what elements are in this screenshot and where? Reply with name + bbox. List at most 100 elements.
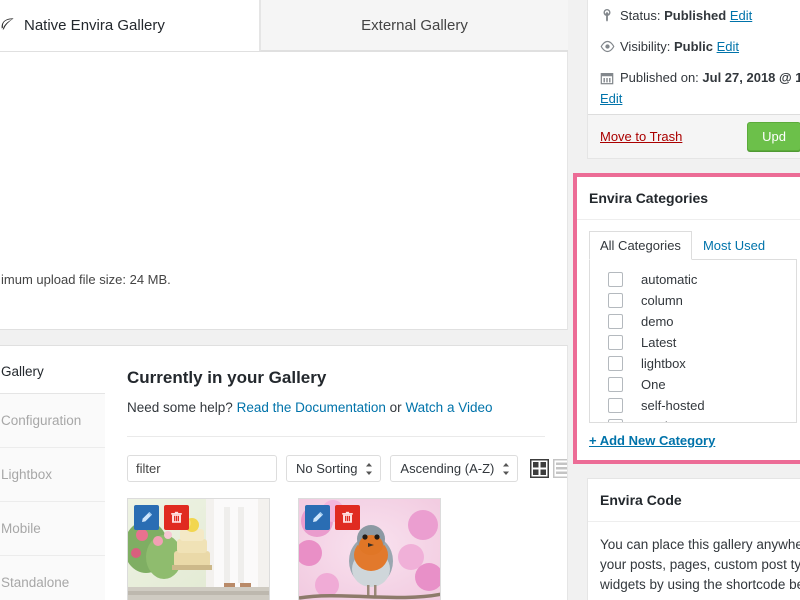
- list-view-icon[interactable]: [552, 458, 567, 479]
- published-on-edit-link[interactable]: Edit: [600, 91, 622, 106]
- published-on-row: Published on: Jul 27, 2018 @ 15: [600, 62, 800, 93]
- category-item[interactable]: automatic: [590, 269, 796, 290]
- gallery-type-tabs: Native Envira Gallery External Gallery: [0, 0, 568, 52]
- category-item[interactable]: demo: [590, 311, 796, 332]
- category-item[interactable]: Latest: [590, 332, 796, 353]
- gallery-thumbnail-list: [127, 498, 545, 600]
- gallery-thumbnail-item[interactable]: [127, 498, 270, 600]
- tab-all-categories[interactable]: All Categories: [589, 231, 692, 260]
- read-documentation-link[interactable]: Read the Documentation: [237, 400, 386, 415]
- help-prefix: Need some help?: [127, 400, 237, 415]
- gallery-settings-panel: Gallery Configuration Lightbox Mobile St…: [0, 345, 568, 600]
- sidebar-item-lightbox[interactable]: Lightbox: [0, 447, 105, 501]
- main-column: Native Envira Gallery External Gallery i…: [0, 0, 568, 600]
- category-label: self-hosted: [641, 398, 705, 413]
- code-desc-line-1: You can place this gallery anywhere: [600, 537, 800, 552]
- trash-icon[interactable]: [164, 505, 189, 530]
- category-label: column: [641, 293, 683, 308]
- chevron-updown-icon: [365, 462, 373, 475]
- category-label: One: [641, 377, 666, 392]
- envira-code-title: Envira Code: [588, 479, 800, 522]
- envira-categories-body: All Categories Most Used automatic colum…: [577, 220, 800, 460]
- checkbox-icon[interactable]: [608, 398, 623, 413]
- code-desc-line-2: your posts, pages, custom post type: [600, 557, 800, 572]
- gallery-thumbnail-item[interactable]: [298, 498, 441, 600]
- tab-native-envira-gallery[interactable]: Native Envira Gallery: [0, 0, 260, 51]
- visibility-eye-icon: [600, 37, 620, 56]
- upload-dropzone-panel[interactable]: imum upload file size: 24 MB.: [0, 52, 568, 330]
- status-row: Status: Published Edit: [600, 0, 800, 31]
- gallery-content-area: Currently in your Gallery Need some help…: [105, 346, 567, 600]
- status-edit-link[interactable]: Edit: [730, 6, 752, 25]
- thumbnail-actions: [134, 505, 189, 530]
- tab-native-label: Native Envira Gallery: [24, 17, 165, 34]
- envira-leaf-icon: [0, 17, 15, 32]
- grid-view-icon[interactable]: [529, 458, 550, 479]
- checkbox-icon[interactable]: [608, 293, 623, 308]
- sort-select-value: No Sorting: [296, 461, 358, 476]
- status-value: Published: [664, 8, 727, 23]
- category-checklist[interactable]: automatic column demo Latest lightbox On…: [589, 260, 797, 423]
- pencil-icon[interactable]: [305, 505, 330, 530]
- right-sidebar: Status: Published Edit Visibility: Publi…: [573, 0, 800, 600]
- trash-icon[interactable]: [335, 505, 360, 530]
- calendar-icon: [600, 68, 620, 87]
- toolbar-divider: [127, 436, 545, 437]
- gallery-heading: Currently in your Gallery: [127, 368, 327, 387]
- order-select[interactable]: Ascending (A-Z): [390, 455, 519, 482]
- gallery-help-text: Need some help? Read the Documentation o…: [127, 400, 545, 415]
- published-on-label: Published on:: [620, 70, 699, 85]
- category-item[interactable]: self-hosted: [590, 395, 796, 416]
- max-upload-size-note: imum upload file size: 24 MB.: [1, 272, 171, 287]
- category-label: Testing: [641, 419, 682, 422]
- checkbox-icon[interactable]: [608, 314, 623, 329]
- envira-categories-title: Envira Categories: [577, 177, 800, 220]
- category-item[interactable]: One: [590, 374, 796, 395]
- pencil-icon[interactable]: [134, 505, 159, 530]
- checkbox-icon[interactable]: [608, 272, 623, 287]
- sidebar-item-standalone[interactable]: Standalone: [0, 555, 105, 600]
- sidebar-item-mobile-label: Mobile: [1, 521, 41, 536]
- category-label: automatic: [641, 272, 698, 287]
- checkbox-icon[interactable]: [608, 335, 623, 350]
- tab-most-used[interactable]: Most Used: [692, 231, 776, 260]
- order-select-value: Ascending (A-Z): [400, 461, 495, 476]
- update-button[interactable]: Upd: [747, 122, 800, 151]
- tab-most-used-label: Most Used: [702, 238, 766, 253]
- tab-external-gallery[interactable]: External Gallery: [260, 0, 568, 51]
- publish-footer: Move to Trash Upd: [588, 114, 800, 158]
- gallery-toolbar: No Sorting Ascending (A-Z): [127, 455, 567, 482]
- sort-select[interactable]: No Sorting: [286, 455, 382, 482]
- envira-gallery-admin-screen: Native Envira Gallery External Gallery i…: [0, 0, 800, 600]
- category-item[interactable]: lightbox: [590, 353, 796, 374]
- checkbox-icon[interactable]: [608, 377, 623, 392]
- chevron-updown-icon: [502, 462, 510, 475]
- move-to-trash-link[interactable]: Move to Trash: [600, 129, 682, 144]
- visibility-row: Visibility: Public Edit: [600, 31, 800, 62]
- sidebar-item-standalone-label: Standalone: [1, 575, 70, 590]
- status-label: Status:: [620, 8, 661, 23]
- envira-code-description: You can place this gallery anywhere your…: [588, 522, 800, 600]
- post-status-pin-icon: [600, 6, 620, 25]
- checkbox-icon[interactable]: [608, 419, 623, 422]
- published-on-value: Jul 27, 2018 @ 15: [702, 70, 800, 85]
- category-label: lightbox: [641, 356, 686, 371]
- visibility-value: Public: [673, 39, 713, 54]
- sidebar-item-mobile[interactable]: Mobile: [0, 501, 105, 555]
- filter-input[interactable]: [127, 455, 277, 482]
- tab-all-categories-label: All Categories: [600, 238, 681, 253]
- tab-external-label: External Gallery: [361, 16, 468, 34]
- checkbox-icon[interactable]: [608, 356, 623, 371]
- sidebar-item-configuration[interactable]: Configuration: [0, 393, 105, 447]
- category-item[interactable]: Testing: [590, 416, 796, 422]
- publish-box: Status: Published Edit Visibility: Publi…: [587, 0, 800, 159]
- category-item[interactable]: column: [590, 290, 796, 311]
- category-label: demo: [641, 314, 674, 329]
- gallery-settings-sidebar: Gallery Configuration Lightbox Mobile St…: [0, 346, 105, 600]
- published-on-edit-wrap: Edit: [600, 91, 800, 106]
- add-new-category-link[interactable]: + Add New Category: [589, 433, 797, 448]
- watch-video-link[interactable]: Watch a Video: [405, 400, 492, 415]
- envira-categories-box: Envira Categories All Categories Most Us…: [573, 173, 800, 464]
- code-desc-line-3: widgets by using the shortcode belo: [600, 577, 800, 592]
- visibility-edit-link[interactable]: Edit: [717, 37, 739, 56]
